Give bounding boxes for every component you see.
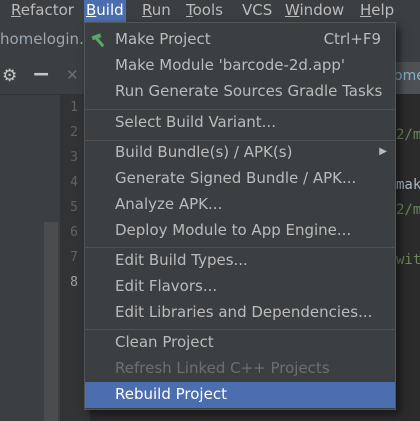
menu-item-make-project[interactable]: Make Project Ctrl+F9: [85, 27, 395, 53]
menu-help[interactable]: Help: [358, 0, 396, 22]
menu-item-label: Make Project: [115, 30, 211, 48]
menu-build-label: uild: [96, 1, 124, 19]
menu-window[interactable]: Window: [283, 0, 346, 22]
menu-refactor-mnemonic: R: [11, 1, 21, 19]
menu-item-deploy-module[interactable]: Deploy Module to App Engine...: [85, 218, 395, 244]
menu-item-edit-libraries[interactable]: Edit Libraries and Dependencies...: [85, 300, 395, 326]
line-number: 1: [70, 100, 78, 115]
menu-build-mnemonic: B: [86, 1, 97, 19]
menu-item-generate-signed-bundle[interactable]: Generate Signed Bundle / APK...: [85, 166, 395, 192]
submenu-arrow-icon: ▶: [379, 146, 387, 157]
menu-window-mnemonic: W: [285, 1, 300, 19]
code-fragment: 2/m: [396, 202, 420, 218]
menu-item-label: Edit Libraries and Dependencies...: [115, 303, 373, 321]
breadcrumb[interactable]: homelogin.: [0, 30, 84, 48]
menu-item-make-module[interactable]: Make Module 'barcode-2d.app': [85, 53, 395, 79]
project-panel-scrollbar[interactable]: [44, 222, 58, 421]
menu-item-label: Build Bundle(s) / APK(s): [115, 143, 293, 161]
menu-tools-mnemonic: T: [186, 1, 193, 19]
menu-item-analyze-apk[interactable]: Analyze APK...: [85, 192, 395, 218]
menu-item-label: Rebuild Project: [115, 385, 227, 403]
editor-tab-label: ome: [394, 68, 420, 84]
line-number: 4: [70, 175, 78, 190]
line-number: 6: [70, 225, 78, 240]
menu-vcs[interactable]: VCS: [240, 0, 274, 22]
shortcut-label: Ctrl+F9: [323, 30, 381, 48]
menu-item-label: Edit Build Types...: [115, 251, 248, 269]
menu-run[interactable]: Run: [140, 0, 173, 22]
menu-item-clean-project[interactable]: Clean Project: [85, 330, 395, 356]
menu-item-rebuild-project[interactable]: Rebuild Project: [85, 382, 395, 408]
menu-item-run-generate-sources[interactable]: Run Generate Sources Gradle Tasks: [85, 79, 395, 105]
code-fragment: wit: [396, 252, 420, 268]
menu-item-label: Clean Project: [115, 333, 214, 351]
menu-bar: Refactor Build Run Tools VCS Window Help: [0, 0, 420, 22]
code-fragment: mak: [396, 177, 420, 193]
menu-window-label: indow: [299, 1, 345, 19]
menu-item-label: Refresh Linked C++ Projects: [115, 359, 330, 377]
menu-item-refresh-linked-cpp: Refresh Linked C++ Projects: [85, 356, 395, 382]
menu-item-label: Make Module 'barcode-2d.app': [115, 56, 346, 74]
menu-refactor[interactable]: Refactor: [9, 0, 76, 22]
menu-item-label: Deploy Module to App Engine...: [115, 221, 352, 239]
line-number: 3: [70, 150, 78, 165]
menu-item-label: Run Generate Sources Gradle Tasks: [115, 82, 383, 100]
menu-item-label: Select Build Variant...: [115, 113, 276, 131]
menu-vcs-label: VCS: [242, 1, 273, 19]
line-number: 7: [70, 250, 78, 265]
menu-refactor-label: efactor: [20, 1, 74, 19]
menu-item-build-bundle-apk[interactable]: Build Bundle(s) / APK(s) ▶: [85, 140, 395, 166]
menu-item-label: Generate Signed Bundle / APK...: [115, 169, 357, 187]
build-menu-dropdown: Make Project Ctrl+F9 Make Module 'barcod…: [84, 22, 396, 410]
menu-item-label: Analyze APK...: [115, 195, 223, 213]
menu-tools-label: ools: [192, 1, 223, 19]
menu-item-edit-build-types[interactable]: Edit Build Types...: [85, 248, 395, 274]
menu-tools[interactable]: Tools: [184, 0, 225, 22]
line-number-current: 8: [70, 275, 78, 290]
menu-item-label: Edit Flavors...: [115, 277, 218, 295]
menu-item-select-build-variant[interactable]: Select Build Variant...: [85, 110, 395, 136]
gear-icon[interactable]: ⚙: [2, 66, 17, 86]
menu-item-edit-flavors[interactable]: Edit Flavors...: [85, 274, 395, 300]
menu-run-mnemonic: R: [142, 1, 152, 19]
hammer-icon: [91, 33, 105, 47]
line-number: 2: [70, 125, 78, 140]
minimize-icon[interactable]: −: [32, 62, 50, 87]
close-icon[interactable]: ✕: [66, 66, 79, 84]
code-fragment: 2/m: [396, 127, 420, 143]
menu-run-label: un: [151, 1, 171, 19]
menu-help-mnemonic: H: [360, 1, 372, 19]
menu-help-label: elp: [371, 1, 395, 19]
menu-build[interactable]: Build: [84, 0, 126, 22]
line-number: 5: [70, 200, 78, 215]
